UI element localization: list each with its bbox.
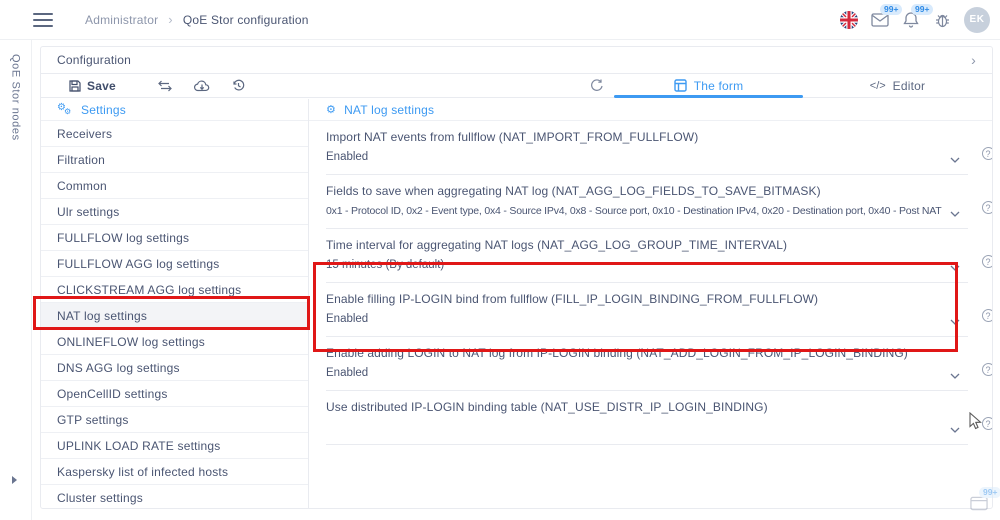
- help-icon[interactable]: ?: [982, 147, 992, 160]
- top-bar: Administrator › QoE Stor configuration: [0, 0, 1000, 40]
- collapse-chevron-icon[interactable]: ›: [971, 52, 976, 68]
- form-icon: [674, 79, 687, 92]
- bug-report-icon[interactable]: [933, 11, 951, 29]
- nav-item-kaspersky-infected-hosts[interactable]: Kaspersky list of infected hosts: [41, 459, 308, 485]
- nav-item-uplink-load-rate-settings[interactable]: UPLINK LOAD RATE settings: [41, 433, 308, 459]
- rail-expand-icon[interactable]: [12, 476, 17, 484]
- field-select-value[interactable]: 15 minutes (By default): [326, 259, 968, 273]
- card-body: ⚙⚙ Settings Receivers Filtration Common …: [41, 99, 992, 508]
- nav-item-nat-log-settings[interactable]: NAT log settings: [41, 303, 308, 329]
- field-nat-agg-log-group-time-interval[interactable]: Time interval for aggregating NAT logs (…: [326, 229, 968, 283]
- nat-log-settings-form: ⚙ NAT log settings Import NAT events fro…: [309, 99, 992, 508]
- field-fill-ip-login-binding-from-fullflow[interactable]: Enable filling IP-LOGIN bind from fullfl…: [326, 283, 968, 337]
- toolbar: Save: [41, 74, 992, 98]
- tab-editor[interactable]: </> Editor: [803, 74, 992, 97]
- notifications-count-badge: 99+: [911, 4, 933, 15]
- gear-icon: ⚙: [326, 103, 336, 116]
- help-icon[interactable]: ?: [982, 417, 992, 430]
- settings-nav-title: Settings: [81, 103, 126, 117]
- form-header: ⚙ NAT log settings: [309, 99, 992, 121]
- view-tabs: The form </> Editor: [614, 74, 992, 97]
- gears-icon: ⚙⚙: [57, 103, 72, 117]
- field-select-value[interactable]: 0x1 - Protocol ID, 0x2 - Event type, 0x4…: [326, 205, 968, 219]
- field-label: Enable filling IP-LOGIN bind from fullfl…: [326, 292, 968, 306]
- configuration-header: Configuration ›: [41, 47, 992, 74]
- window-icon: 99+: [970, 494, 988, 512]
- topbar-actions: 99+ 99+ EK: [840, 7, 1000, 33]
- save-button-label: Save: [87, 79, 116, 93]
- help-icon[interactable]: ?: [982, 309, 992, 322]
- field-label: Use distributed IP-LOGIN binding table (…: [326, 400, 968, 414]
- left-rail: QoE Stor nodes: [0, 40, 32, 520]
- help-icon[interactable]: ?: [982, 363, 992, 376]
- tab-the-form[interactable]: The form: [614, 74, 803, 97]
- field-select-value[interactable]: Enabled: [326, 151, 968, 165]
- user-avatar[interactable]: EK: [964, 7, 990, 33]
- field-label: Import NAT events from fullflow (NAT_IMP…: [326, 130, 968, 144]
- field-label: Fields to save when aggregating NAT log …: [326, 184, 968, 198]
- history-restore-icon[interactable]: [232, 79, 245, 92]
- compare-swap-icon[interactable]: [158, 80, 172, 92]
- nav-item-receivers[interactable]: Receivers: [41, 121, 308, 147]
- tab-editor-label: Editor: [893, 79, 926, 93]
- nav-item-gtp-settings[interactable]: GTP settings: [41, 407, 308, 433]
- nav-item-onlineflow-log-settings[interactable]: ONLINEFLOW log settings: [41, 329, 308, 355]
- configuration-title: Configuration: [57, 53, 131, 67]
- code-icon: </>: [870, 80, 886, 92]
- breadcrumb-administrator[interactable]: Administrator: [85, 13, 158, 27]
- cloud-download-icon[interactable]: [194, 80, 210, 92]
- field-nat-agg-log-fields-to-save-bitmask[interactable]: Fields to save when aggregating NAT log …: [326, 175, 968, 229]
- field-nat-import-from-fullflow[interactable]: Import NAT events from fullflow (NAT_IMP…: [326, 121, 968, 175]
- save-button[interactable]: Save: [69, 79, 116, 93]
- field-nat-add-login-from-ip-login-binding[interactable]: Enable adding LOGIN to NAT log from IP-L…: [326, 337, 968, 391]
- refresh-icon[interactable]: [590, 79, 603, 92]
- chevron-down-icon[interactable]: [950, 373, 960, 379]
- tab-the-form-label: The form: [694, 79, 744, 93]
- field-select-value[interactable]: Enabled: [326, 313, 968, 327]
- field-select-value[interactable]: [326, 421, 968, 435]
- nav-item-fullflow-log-settings[interactable]: FULLFLOW log settings: [41, 225, 308, 251]
- breadcrumb-current-page: QoE Stor configuration: [183, 13, 309, 27]
- nav-item-dns-agg-log-settings[interactable]: DNS AGG log settings: [41, 355, 308, 381]
- help-icon[interactable]: ?: [982, 201, 992, 214]
- settings-nav: ⚙⚙ Settings Receivers Filtration Common …: [41, 99, 309, 508]
- configuration-card: Configuration › Save: [40, 46, 993, 509]
- mouse-cursor: [969, 412, 982, 433]
- floating-count-badge: 99+: [979, 487, 1000, 498]
- field-select-value[interactable]: Enabled: [326, 367, 968, 381]
- chevron-down-icon[interactable]: [950, 319, 960, 325]
- field-label: Time interval for aggregating NAT logs (…: [326, 238, 968, 252]
- chevron-down-icon[interactable]: [950, 265, 960, 271]
- chevron-down-icon[interactable]: [950, 211, 960, 217]
- mail-icon[interactable]: 99+: [871, 11, 889, 29]
- menu-hamburger-icon[interactable]: [33, 13, 53, 27]
- nav-item-common[interactable]: Common: [41, 173, 308, 199]
- nav-item-fullflow-agg-log-settings[interactable]: FULLFLOW AGG log settings: [41, 251, 308, 277]
- notifications-bell-icon[interactable]: 99+: [902, 11, 920, 29]
- breadcrumb: Administrator › QoE Stor configuration: [85, 12, 309, 27]
- save-floppy-icon: [69, 80, 81, 92]
- nav-item-filtration[interactable]: Filtration: [41, 147, 308, 173]
- form-title: NAT log settings: [344, 103, 434, 117]
- nav-item-cluster-settings[interactable]: Cluster settings: [41, 485, 308, 508]
- breadcrumb-separator-icon: ›: [168, 12, 173, 27]
- chevron-down-icon[interactable]: [950, 427, 960, 433]
- floating-notifications-button[interactable]: 99+: [970, 494, 988, 512]
- mail-count-badge: 99+: [880, 4, 902, 15]
- language-flag-icon[interactable]: [840, 11, 858, 29]
- qoe-stor-nodes-tab[interactable]: QoE Stor nodes: [10, 54, 22, 141]
- nav-item-opencellid-settings[interactable]: OpenCellID settings: [41, 381, 308, 407]
- chevron-down-icon[interactable]: [950, 157, 960, 163]
- nav-item-ulr-settings[interactable]: Ulr settings: [41, 199, 308, 225]
- field-nat-use-distr-ip-login-binding[interactable]: Use distributed IP-LOGIN binding table (…: [326, 391, 968, 445]
- field-label: Enable adding LOGIN to NAT log from IP-L…: [326, 346, 968, 360]
- nav-item-clickstream-agg-log-settings[interactable]: CLICKSTREAM AGG log settings: [41, 277, 308, 303]
- settings-nav-header: ⚙⚙ Settings: [41, 99, 308, 121]
- help-icon[interactable]: ?: [982, 255, 992, 268]
